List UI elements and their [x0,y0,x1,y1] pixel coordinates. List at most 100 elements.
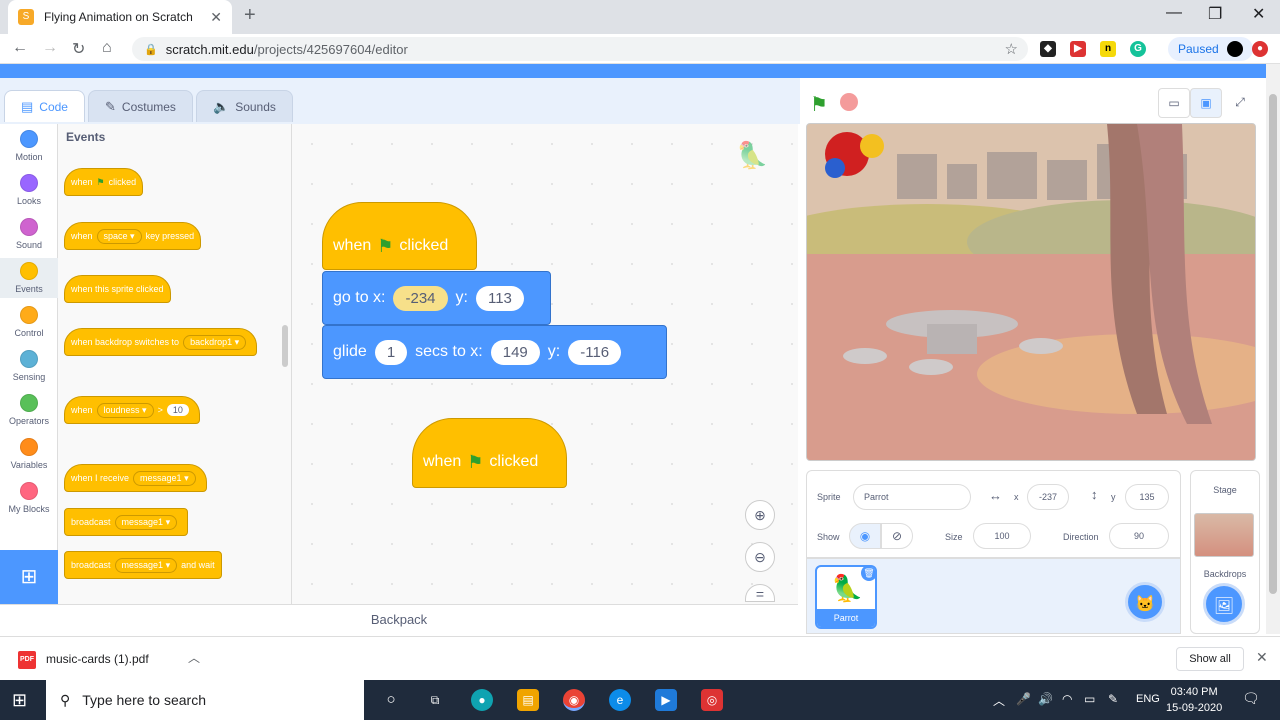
app-icon[interactable]: ● [471,689,493,711]
script-when-flag-clicked-2[interactable]: when ⚑ clicked [412,418,567,488]
tray-chevron-icon[interactable]: ︿ [993,692,1005,709]
green-flag-icon[interactable]: ⚑ [810,92,828,117]
notification-icon[interactable]: 🗨 [1242,690,1260,707]
size-field[interactable]: 100 [973,523,1031,549]
category-looks[interactable]: Looks [0,174,58,206]
tab-sounds[interactable]: 🔈 Sounds [196,90,293,122]
category-motion[interactable]: Motion [0,130,58,162]
notion-extension-icon[interactable]: n [1100,41,1116,57]
page-scrollbar[interactable] [1266,64,1280,634]
add-sprite-button[interactable]: 🐱 [1125,582,1165,622]
zoom-in-button[interactable]: ⊕ [745,500,775,530]
minimize-icon[interactable]: — [1166,4,1182,22]
tab-code[interactable]: ▤ Code [4,90,85,122]
cortana-icon[interactable]: ○ [380,689,402,711]
y-field[interactable]: 135 [1125,484,1169,510]
normal-stage-icon[interactable]: ▣ [1190,88,1222,118]
close-window-icon[interactable]: ✕ [1252,4,1265,24]
browser-tab[interactable]: S Flying Animation on Scratch ✕ [8,0,232,34]
category-events[interactable]: Events [0,258,58,298]
direction-field[interactable]: 90 [1109,523,1169,549]
close-tab-icon[interactable]: ✕ [210,9,222,26]
edge-icon[interactable]: e [609,689,631,711]
chevron-up-icon[interactable]: ︿ [188,649,200,666]
show-visible-button[interactable]: ◉ [849,523,881,549]
add-backdrop-button[interactable]: 🖼 [1203,583,1245,625]
microphone-icon[interactable]: 🎤 [1016,692,1031,706]
palette-when-sprite-clicked[interactable]: when this sprite clicked [64,275,171,303]
category-sound[interactable]: Sound [0,218,58,250]
backpack-bar[interactable]: Backpack [0,604,798,634]
palette-broadcast-and-wait[interactable]: broadcast message1 ▾ and wait [64,551,222,579]
fullscreen-icon[interactable]: ⤢ [1224,88,1256,118]
download-filename[interactable]: music-cards (1).pdf [46,652,149,666]
key-dropdown[interactable]: space ▾ [96,228,142,244]
category-variables[interactable]: Variables [0,438,58,470]
clock[interactable]: 03:40 PM 15-09-2020 [1166,684,1222,716]
media-player-icon[interactable]: ▶ [655,689,677,711]
menu-extension-icon[interactable]: ● [1252,41,1268,57]
goto-y-input[interactable]: 113 [475,285,524,311]
category-my-blocks[interactable]: My Blocks [0,482,58,514]
stage-canvas[interactable] [806,123,1256,461]
close-download-bar-icon[interactable]: ✕ [1256,649,1268,666]
palette-broadcast[interactable]: broadcast message1 ▾ [64,508,189,536]
windows-start-icon[interactable]: ⊞ [12,690,27,711]
glide-secs-input[interactable]: 1 [374,339,408,365]
sprite-name-field[interactable]: Parrot [853,484,971,510]
script-glide[interactable]: glide 1 secs to x: 149 y: -116 [322,325,667,379]
paused-profile-button[interactable]: Paused [1168,37,1253,61]
stage-selector[interactable]: Stage Backdrops 🖼 [1190,470,1260,634]
pen-icon[interactable]: ✎ [1108,692,1118,706]
taskbar-search-box[interactable]: ⚲ Type here to search [46,680,364,720]
script-go-to-xy[interactable]: go to x: -234 y: 113 [322,271,551,325]
category-sensing[interactable]: Sensing [0,350,58,382]
show-all-button[interactable]: Show all [1176,647,1244,671]
home-icon[interactable]: ⌂ [102,39,112,57]
category-operators[interactable]: Operators [0,394,58,426]
volume-icon[interactable]: 🔊 [1038,692,1053,706]
shield-extension-icon[interactable]: ◆ [1040,41,1056,57]
glide-y-input[interactable]: -116 [568,339,622,365]
script-when-flag-clicked[interactable]: when ⚑ clicked [322,202,477,270]
palette-when-key-pressed[interactable]: when space ▾ key pressed [64,222,202,250]
palette-when-i-receive[interactable]: when I receive message1 ▾ [64,464,207,492]
show-hidden-button[interactable]: ⊘ [881,523,913,549]
forward-icon[interactable]: → [42,39,58,57]
loudness-dropdown[interactable]: loudness ▾ [96,402,154,418]
backdrop-dropdown[interactable]: backdrop1 ▾ [183,334,247,350]
url-field[interactable]: 🔒 scratch.mit.edu /projects/425697604/ed… [132,37,1028,61]
bookmark-star-icon[interactable]: ☆ [1005,40,1018,58]
tab-costumes[interactable]: ✎ Costumes [88,90,193,122]
delete-sprite-icon[interactable]: 🗑 [861,567,875,581]
wifi-icon[interactable]: ◠ [1062,692,1072,706]
grammarly-extension-icon[interactable]: G [1130,41,1146,57]
chrome-icon[interactable]: ◉ [563,689,585,711]
file-explorer-icon[interactable]: ▤ [517,689,539,711]
palette-when-flag-clicked[interactable]: when ⚑ clicked [64,168,144,196]
task-view-icon[interactable]: ⧉ [424,689,446,711]
language-indicator[interactable]: ENG [1136,693,1160,705]
new-tab-icon[interactable]: + [244,4,256,27]
loudness-input[interactable]: 10 [166,404,189,416]
stop-icon[interactable] [840,93,858,111]
broadcast-dropdown[interactable]: message1 ▾ [114,514,178,530]
goto-x-input[interactable]: -234 [393,285,448,311]
category-control[interactable]: Control [0,306,58,338]
zoom-out-button[interactable]: ⊖ [745,542,775,572]
x-field[interactable]: -237 [1027,484,1069,510]
palette-when-loudness[interactable]: when loudness ▾ > 10 [64,396,200,424]
sprite-card-parrot[interactable]: 🦜 🗑 Parrot [815,565,877,629]
video-extension-icon[interactable]: ▶ [1070,41,1086,57]
screen-recorder-icon[interactable]: ◎ [701,689,723,711]
palette-when-backdrop-switches[interactable]: when backdrop switches to backdrop1 ▾ [64,328,258,356]
back-icon[interactable]: ← [12,39,28,57]
battery-icon[interactable]: ▭ [1084,692,1095,706]
maximize-icon[interactable]: ❐ [1208,4,1222,24]
reload-icon[interactable]: ↻ [72,39,85,59]
glide-x-input[interactable]: 149 [490,339,540,365]
message-dropdown[interactable]: message1 ▾ [133,470,196,486]
add-extension-button[interactable]: ⊞ [0,550,58,604]
palette-scrollbar[interactable] [282,325,288,367]
broadcast-wait-dropdown[interactable]: message1 ▾ [114,557,178,573]
